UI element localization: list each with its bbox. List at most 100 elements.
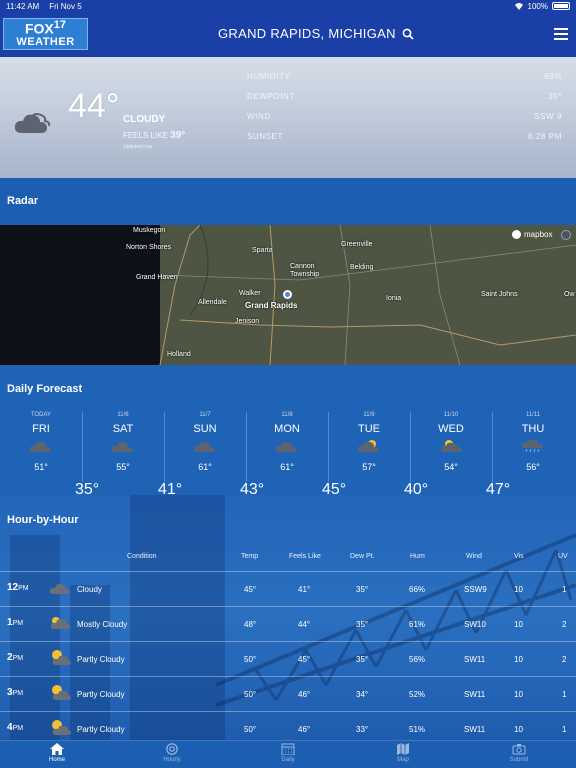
col-condition: Condition [127, 553, 157, 560]
stat-sunset: SUNSET 6:28 PM [247, 132, 562, 152]
hourly-row[interactable]: 12PM Cloudy 45° 41° 35° 66% SSW9 10 1 [0, 571, 576, 606]
hour-vis: 10 [514, 690, 523, 699]
hour-wind: SW11 [464, 655, 486, 664]
hour-hum: 51% [409, 725, 426, 734]
hour-wind: SW11 [464, 725, 486, 734]
col-hum: Hum [410, 553, 425, 560]
hour-uv: 1 [562, 725, 567, 734]
tab-label: Submit [509, 757, 529, 763]
hourly-row[interactable]: 2PM Partly Cloudy 50° 45° 35° 56% SW11 1… [0, 641, 576, 676]
stat-label: DEWPOINT [247, 92, 295, 101]
stat-label: WIND [247, 112, 271, 121]
battery-percent: 100% [527, 1, 548, 11]
map-label-ow: Ow [564, 291, 575, 298]
partly-cloudy-icon [52, 650, 71, 665]
stat-value: 35° [548, 92, 562, 101]
hour-hum: 52% [409, 690, 426, 699]
hourly-forecast: Hour-by-Hour Condition Temp Feels Like D… [0, 495, 576, 740]
daily-forecast: Daily Forecast TODAY FRI 51° 11/6 SAT 55… [0, 365, 576, 498]
tab-home[interactable]: Home [27, 743, 87, 763]
day-name: SAT [112, 423, 134, 435]
partly-cloudy-icon [440, 440, 462, 452]
col-uv: UV [558, 553, 568, 560]
logo-fox: FOX [24, 20, 54, 37]
col-wind: Wind [466, 553, 482, 560]
stat-label: HUMIDITY [247, 72, 291, 81]
map-label-belding: Belding [350, 264, 374, 271]
hourly-row[interactable]: 4PM Partly Cloudy 50° 46° 33° 51% SW11 1… [0, 711, 576, 740]
hour-ampm: PM [18, 585, 29, 592]
day-high: 57° [362, 462, 376, 472]
tab-daily[interactable]: Daily [258, 743, 318, 763]
partly-cloudy-icon [357, 440, 379, 452]
partly-cloudy-icon [52, 685, 71, 700]
map-label-ionia: Ionia [386, 295, 402, 302]
partly-cloudy-icon [52, 720, 71, 735]
hour-hum: 56% [409, 655, 426, 664]
day-name: SUN [193, 423, 217, 435]
day-date: 11/10 [443, 412, 459, 418]
hour-vis: 10 [514, 585, 523, 594]
hour-feels: 46° [298, 725, 311, 734]
col-temp: Temp [241, 553, 259, 560]
col-feels-like: Feels Like [289, 553, 321, 560]
map-label-cannon-township: Cannon Township [290, 263, 320, 278]
hour-feels: 46° [298, 690, 311, 699]
hourly-row[interactable]: 3PM Partly Cloudy 50° 46° 34° 52% SW11 1… [0, 676, 576, 711]
clock-icon [166, 743, 178, 755]
hour-feels: 44° [298, 620, 311, 629]
map-label-muskegon: Muskegon [133, 227, 166, 234]
current-stats: HUMIDITY 69% DEWPOINT 35° WIND SSW 9 SUNSET… [247, 72, 562, 152]
day-high: 55° [116, 462, 130, 472]
feels-like-value: 39° [170, 130, 186, 141]
hour-condition: Mostly Cloudy [77, 620, 128, 629]
mostly-cloudy-icon [50, 617, 70, 629]
hour-dew: 33° [356, 725, 369, 734]
hour-vis: 10 [514, 725, 523, 734]
hour-dew: 35° [356, 585, 369, 594]
day-name: THU [521, 423, 545, 435]
logo-number: 17 [53, 18, 67, 31]
feels-like: FEELS LIKE 39° [123, 130, 185, 141]
search-icon[interactable] [402, 28, 414, 40]
cloudy-icon [193, 441, 215, 452]
hour-temp: 50° [244, 725, 257, 734]
camera-icon [512, 744, 526, 755]
day-date: TODAY [30, 412, 52, 418]
tab-map[interactable]: Map [373, 743, 433, 763]
map-label-grand-haven: Grand Haven [136, 274, 178, 281]
col-dew-pt: Dew Pt. [350, 553, 375, 560]
day-date: 11/6 [117, 412, 129, 418]
logo-top: FOX17 [24, 18, 67, 37]
map-label-holland: Holland [167, 351, 191, 358]
hour-dew: 34° [356, 690, 369, 699]
hour-condition: Partly Cloudy [77, 690, 125, 699]
hour-uv: 1 [562, 690, 567, 699]
map-label-sparta: Sparta [252, 247, 273, 254]
location-name: GRAND RAPIDS, MICHIGAN [218, 26, 396, 41]
hour-dew: 35° [356, 655, 369, 664]
day-card-fri[interactable]: TODAY FRI 51° [0, 412, 82, 497]
day-date: 11/8 [281, 412, 293, 418]
tab-submit[interactable]: Submit [489, 743, 549, 763]
stat-value: 69% [544, 72, 562, 81]
map-label-jenison: Jenison [235, 318, 260, 325]
hour-time: 2PM [7, 652, 23, 663]
hour-feels: 41° [298, 585, 311, 594]
radar-title: Radar [7, 195, 39, 207]
mapbox-attribution: mapbox [512, 230, 552, 239]
hour-hum: 61% [409, 620, 426, 629]
map-info-icon[interactable] [561, 230, 571, 240]
status-right: 100% [514, 2, 570, 11]
hour-ampm: PM [12, 725, 24, 732]
current-temp: 44° [68, 87, 120, 125]
hourly-row[interactable]: 1PM Mostly Cloudy 48° 44° 35° 61% SW10 1… [0, 606, 576, 641]
tab-hourly[interactable]: Hourly [142, 743, 202, 763]
hour-condition: Cloudy [77, 585, 102, 594]
hamburger-menu-icon[interactable] [554, 28, 568, 40]
radar-map[interactable]: Muskegon Norton Shores Grand Haven Allen… [0, 225, 576, 365]
cloudy-icon [49, 583, 70, 594]
location-selector[interactable]: GRAND RAPIDS, MICHIGAN [218, 26, 414, 41]
fox17-weather-logo[interactable]: FOX17 WEATHER [3, 18, 88, 50]
tab-label: Home [48, 757, 65, 763]
